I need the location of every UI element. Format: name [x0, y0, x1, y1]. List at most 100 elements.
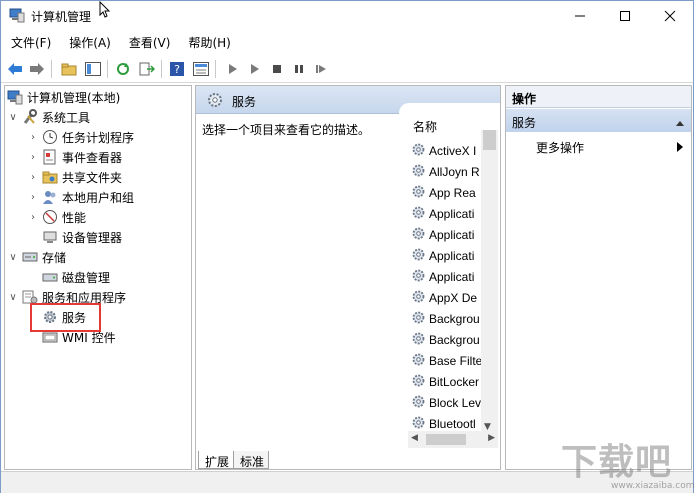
actions-section-label: 服务 [512, 116, 537, 130]
scrollbar-thumb[interactable] [426, 434, 466, 445]
view-tabs: 扩展 标准 [198, 451, 270, 471]
tree-label: 存储 [42, 250, 67, 265]
stop-service-icon[interactable] [267, 59, 287, 79]
gear-icon [411, 415, 426, 433]
collapse-up-icon[interactable] [675, 116, 685, 130]
tree-item-shared-folders[interactable]: › 共享文件夹 [27, 167, 213, 187]
chevron-right-icon[interactable]: › [27, 171, 39, 183]
submenu-arrow-icon[interactable] [677, 141, 683, 155]
list-item[interactable]: Base Filte [411, 350, 482, 371]
tree-item-system-tools[interactable]: ∨ 系统工具 [7, 107, 193, 127]
title-bar: 计算机管理 [1, 0, 693, 31]
vertical-scrollbar[interactable]: ▼ [481, 130, 498, 432]
tree-item-local-users[interactable]: › 本地用户和组 [27, 187, 213, 207]
tree-item-performance[interactable]: › 性能 [27, 207, 213, 227]
list-item[interactable]: Block Lev [411, 392, 481, 413]
gear-icon [411, 205, 426, 223]
gear-icon [411, 163, 426, 181]
list-item[interactable]: ActiveX I [411, 140, 476, 161]
pause-service-icon[interactable] [289, 59, 309, 79]
up-folder-icon[interactable] [59, 59, 79, 79]
watermark-url: www.xiazaiba.com [611, 481, 694, 491]
gear-icon [411, 373, 426, 391]
list-item[interactable]: AllJoyn R [411, 161, 480, 182]
actions-title: 操作 [506, 86, 691, 108]
more-actions-link[interactable]: 更多操作 [536, 139, 584, 156]
back-arrow-icon[interactable] [5, 59, 25, 79]
menu-file[interactable]: 文件(F) [1, 33, 59, 53]
show-hide-tree-icon[interactable] [83, 59, 103, 79]
restart-service-icon[interactable] [311, 59, 331, 79]
gear-icon [411, 289, 426, 307]
gear-icon [411, 331, 426, 349]
menu-help[interactable]: 帮助(H) [178, 33, 238, 53]
tree-label: 共享文件夹 [62, 170, 123, 185]
chevron-right-icon[interactable]: › [27, 191, 39, 203]
list-item[interactable]: Backgrou [411, 329, 480, 350]
start-service-icon[interactable] [223, 59, 243, 79]
svg-text:?: ? [174, 63, 180, 76]
menu-action[interactable]: 操作(A) [59, 33, 119, 53]
gear-icon [411, 226, 426, 244]
properties-view-icon[interactable] [191, 59, 211, 79]
gear-icon [411, 310, 426, 328]
window-title: 计算机管理 [31, 10, 92, 24]
service-name: Backgrou [429, 332, 480, 347]
tree-item-event-viewer[interactable]: › 事件查看器 [27, 147, 213, 167]
tools-icon [22, 109, 38, 125]
list-item[interactable]: Backgrou [411, 308, 480, 329]
service-name: ActiveX I [429, 143, 477, 158]
service-name: App Rea [429, 185, 476, 200]
menu-view[interactable]: 查看(V) [119, 33, 179, 53]
event-viewer-icon [42, 149, 58, 165]
tree-root[interactable]: 计算机管理(本地) [5, 87, 191, 107]
help-icon[interactable]: ? [167, 59, 187, 79]
chevron-right-icon[interactable]: › [27, 131, 39, 143]
actions-section-services[interactable]: 服务 [506, 109, 691, 132]
close-button[interactable] [647, 1, 693, 31]
computer-management-icon [7, 89, 23, 105]
scroll-right-icon[interactable]: ▶ [488, 433, 495, 443]
start-service-alt-icon[interactable] [245, 59, 265, 79]
list-item[interactable]: AppX De [411, 287, 477, 308]
tree-label: 性能 [62, 210, 87, 225]
tree-label: 磁盘管理 [62, 270, 111, 285]
list-item[interactable]: Applicati [411, 224, 474, 245]
refresh-icon[interactable] [113, 59, 133, 79]
tab-extended[interactable]: 扩展 [198, 451, 235, 469]
chevron-down-icon[interactable]: ∨ [7, 251, 19, 263]
gear-icon [411, 184, 426, 202]
minimize-button[interactable] [557, 1, 603, 31]
scroll-left-icon[interactable]: ◀ [411, 433, 418, 443]
tree-item-task-scheduler[interactable]: › 任务计划程序 [27, 127, 213, 147]
gear-icon [411, 394, 426, 412]
scrollbar-thumb[interactable] [483, 130, 496, 150]
forward-arrow-icon[interactable] [27, 59, 47, 79]
horizontal-scrollbar[interactable]: ◀ ▶ [408, 431, 498, 448]
chevron-down-icon[interactable]: ∨ [7, 291, 19, 303]
gear-icon [206, 91, 224, 112]
computer-management-icon [9, 8, 25, 23]
column-header-name[interactable]: 名称 [413, 118, 437, 135]
tree-item-storage[interactable]: ∨ 存储 [7, 247, 193, 267]
list-item[interactable]: App Rea [411, 182, 476, 203]
tree-label: 本地用户和组 [62, 190, 135, 205]
list-item[interactable]: Applicati [411, 203, 474, 224]
list-item[interactable]: Applicati [411, 245, 474, 266]
export-list-icon[interactable] [137, 59, 157, 79]
computer-management-window: 计算机管理 文件(F) 操作(A) 查看(V) 帮助(H) ? 计算机管理(本地… [0, 0, 694, 493]
chevron-right-icon[interactable]: › [27, 151, 39, 163]
tab-standard[interactable]: 标准 [233, 451, 270, 469]
list-item[interactable]: Applicati [411, 266, 474, 287]
chevron-right-icon[interactable]: › [27, 211, 39, 223]
service-name: Block Lev [429, 395, 482, 410]
menu-bar: 文件(F) 操作(A) 查看(V) 帮助(H) [1, 33, 239, 53]
chevron-down-icon[interactable]: ∨ [7, 111, 19, 123]
maximize-button[interactable] [602, 1, 648, 31]
actions-pane: 操作 服务 更多操作 [505, 85, 692, 470]
gear-icon [411, 352, 426, 370]
service-name: AppX De [429, 290, 478, 305]
tree-label: 计算机管理(本地) [27, 90, 121, 105]
shared-folder-icon [42, 169, 58, 185]
list-item[interactable]: BitLocker [411, 371, 479, 392]
